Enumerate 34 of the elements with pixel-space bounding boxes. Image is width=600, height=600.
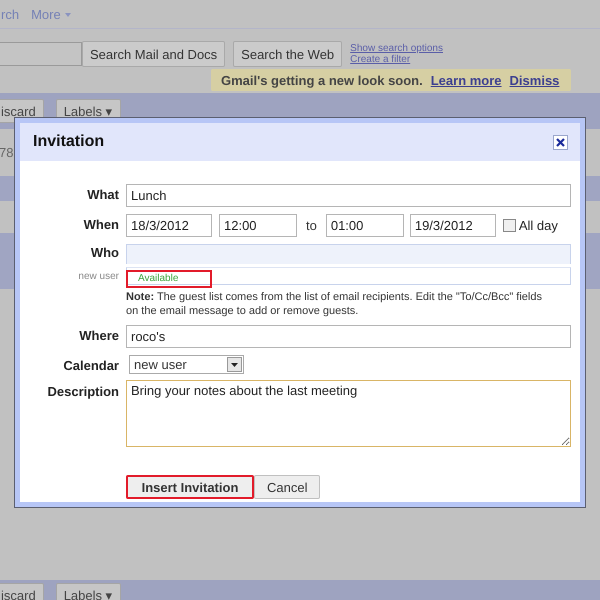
- close-icon[interactable]: [553, 134, 568, 150]
- field-label: Where: [78, 327, 119, 343]
- toolbar-button[interactable]: iscard: [0, 583, 44, 600]
- search-field[interactable]: [0, 42, 82, 66]
- start-date-field[interactable]: 18/3/2012: [126, 214, 212, 237]
- row-text: 78: [0, 145, 14, 160]
- end-date-field[interactable]: 19/3/2012: [410, 214, 496, 237]
- field-label: Description: [46, 383, 119, 399]
- guest-name: new user: [77, 270, 119, 282]
- all-day-label: All day: [518, 218, 558, 233]
- notice-text: Gmail's getting a new look soon.: [221, 72, 423, 88]
- description-field[interactable]: Bring your notes about the last meeting: [126, 380, 571, 447]
- search-button[interactable]: Search the Web: [233, 41, 342, 67]
- start-time-field[interactable]: 12:00: [219, 214, 297, 237]
- dialog-button[interactable]: Insert Invitation: [126, 475, 254, 499]
- field-label: What: [86, 186, 119, 202]
- calendar-select[interactable]: new user: [129, 355, 244, 374]
- availability-status: Available: [126, 270, 212, 288]
- where-field[interactable]: roco's: [126, 325, 571, 348]
- notice-link[interactable]: Learn more: [430, 72, 502, 88]
- all-day-checkbox[interactable]: [502, 219, 516, 232]
- field-label: When: [82, 216, 119, 232]
- what-field[interactable]: Lunch: [126, 184, 571, 207]
- dialog-title: Invitation: [33, 133, 104, 151]
- to-text: to: [306, 218, 317, 233]
- caret-icon: [64, 13, 71, 17]
- end-time-field[interactable]: 01:00: [326, 214, 404, 237]
- field-label: Calendar: [62, 357, 119, 373]
- dialog-button[interactable]: Cancel: [254, 475, 320, 499]
- search-button[interactable]: Search Mail and Docs: [82, 41, 226, 67]
- toolbar-button[interactable]: Labels ▾: [56, 583, 121, 600]
- note-text: Note: The guest list comes from the list of email recipients. Edit the "To/Cc/Bcc" fields on the email message to add or remove guests.: [126, 290, 543, 318]
- field-label: Who: [90, 244, 119, 260]
- notice-link[interactable]: Dismiss: [510, 72, 560, 88]
